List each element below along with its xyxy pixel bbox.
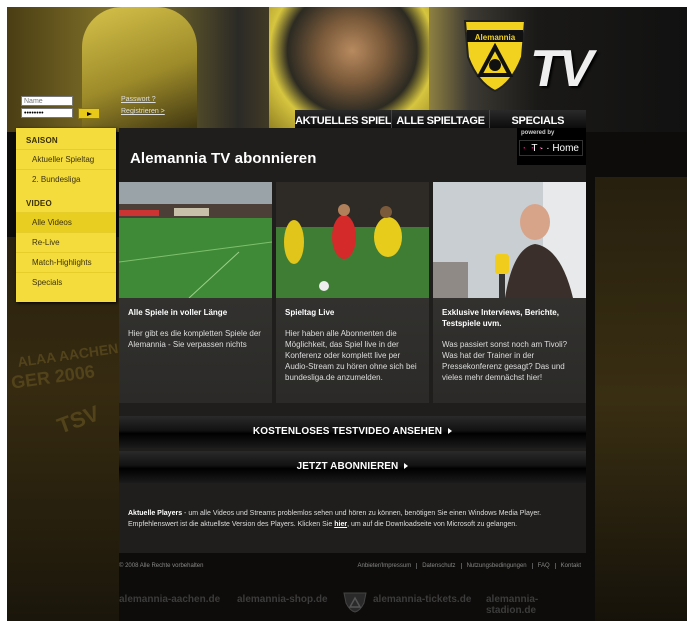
feature-text: Hier haben alle Abonnenten die Möglichke…: [285, 329, 417, 382]
match-action-photo: [276, 182, 429, 298]
stadium-photo: [119, 182, 272, 298]
feature-text: Was passiert sonst noch am Tivoli? Was h…: [442, 340, 568, 382]
player-info-text: Aktuelle Players - um alle Videos und St…: [128, 508, 580, 530]
subscribe-button[interactable]: JETZT ABONNIEREN: [119, 451, 586, 483]
feature-text: Hier gibt es die kompletten Spiele der A…: [128, 329, 261, 349]
sidebar-heading-video: VIDEO: [26, 199, 52, 208]
partner-links: alemannia-aachen.de alemannia-shop.de al…: [119, 591, 586, 616]
info-bold: Aktuelle Players: [128, 510, 183, 517]
sidebar-item-re-live[interactable]: Re-Live: [16, 232, 116, 252]
subscribe-label: JETZT ABONNIEREN: [296, 461, 399, 472]
background-tsv: TSV: [53, 400, 103, 439]
main-content: Alemannia TV abonnieren powered by · · ·…: [119, 128, 586, 553]
sidebar-item-aktueller-spieltag[interactable]: Aktueller Spieltag: [16, 149, 116, 169]
username-input[interactable]: [21, 96, 73, 106]
alemannia-shield-small-icon: [343, 592, 367, 613]
partner-link-shop[interactable]: alemannia-shop.de: [237, 594, 328, 605]
logo-shield-text: Alemannia: [475, 33, 516, 42]
feature-title: Exklusive Interviews, Berichte, Testspie…: [442, 308, 559, 328]
register-link[interactable]: Registrieren >: [121, 108, 165, 115]
partner-link-stadion[interactable]: alemannia-stadion.de: [486, 594, 586, 616]
sidebar: SAISON Aktueller Spieltag 2. Bundesliga …: [16, 128, 116, 302]
footer-links: Anbieter/Impressum Datenschutz Nutzungsb…: [353, 563, 586, 569]
interview-photo: [433, 182, 586, 298]
powered-by-label: powered by: [521, 130, 555, 136]
footer-link-impressum[interactable]: Anbieter/Impressum: [353, 563, 417, 569]
telekom-dots-icon: · · ·: [523, 143, 544, 154]
sidebar-item-alle-videos[interactable]: Alle Videos: [16, 212, 116, 232]
download-link[interactable]: hier: [334, 521, 347, 528]
feature-title: Alle Spiele in voller Länge: [128, 308, 228, 317]
info-tail: , um auf die Downloadseite von Microsoft…: [347, 521, 518, 528]
footer-link-kontakt[interactable]: Kontakt: [554, 563, 586, 569]
partner-link-tickets[interactable]: alemannia-tickets.de: [373, 594, 471, 605]
footer: © 2008 Alle Rechte vorbehalten Anbieter/…: [119, 563, 586, 575]
powered-by-badge: powered by · · · T · · Home: [517, 128, 586, 165]
password-input[interactable]: [21, 108, 73, 118]
sidebar-item-specials[interactable]: Specials: [16, 272, 116, 292]
alemannia-tv-logo[interactable]: Alemannia TV: [462, 17, 593, 107]
sidebar-item-2-bundesliga[interactable]: 2. Bundesliga: [16, 169, 116, 189]
footer-link-faq[interactable]: FAQ: [531, 563, 555, 569]
sidebar-heading-saison: SAISON: [26, 136, 58, 145]
feature-card: Spieltag Live Hier haben alle Abonnenten…: [276, 182, 429, 403]
copyright: © 2008 Alle Rechte vorbehalten: [119, 563, 204, 569]
sidebar-item-match-highlights[interactable]: Match-Highlights: [16, 252, 116, 272]
feature-title: Spieltag Live: [285, 308, 335, 317]
background-right-crowd: [595, 177, 687, 621]
page-title: Alemannia TV abonnieren: [130, 150, 317, 167]
arrow-right-icon: [404, 463, 409, 470]
login-submit-button[interactable]: [78, 108, 100, 119]
feature-card: Exklusive Interviews, Berichte, Testspie…: [433, 182, 586, 403]
page: ALAA AACHEN GER 2006 TSV Alemannia TV Pa…: [7, 7, 687, 621]
forgot-password-link[interactable]: Passwort ?: [121, 96, 156, 103]
partner-link-aachen[interactable]: alemannia-aachen.de: [119, 594, 220, 605]
feature-card: Alle Spiele in voller Länge Hier gibt es…: [119, 182, 272, 403]
arrow-right-icon: [448, 428, 453, 435]
free-test-video-button[interactable]: KOSTENLOSES TESTVIDEO ANSEHEN: [119, 416, 586, 448]
footer-link-datenschutz[interactable]: Datenschutz: [416, 563, 460, 569]
logo-tv-text: TV: [530, 40, 593, 98]
free-test-video-label: KOSTENLOSES TESTVIDEO ANSEHEN: [252, 426, 443, 437]
t-home-logo[interactable]: · · · T · · Home: [519, 140, 583, 156]
login-form: Passwort ? Registrieren >: [21, 96, 171, 126]
footer-link-nutzungsbedingungen[interactable]: Nutzungsbedingungen: [460, 563, 532, 569]
